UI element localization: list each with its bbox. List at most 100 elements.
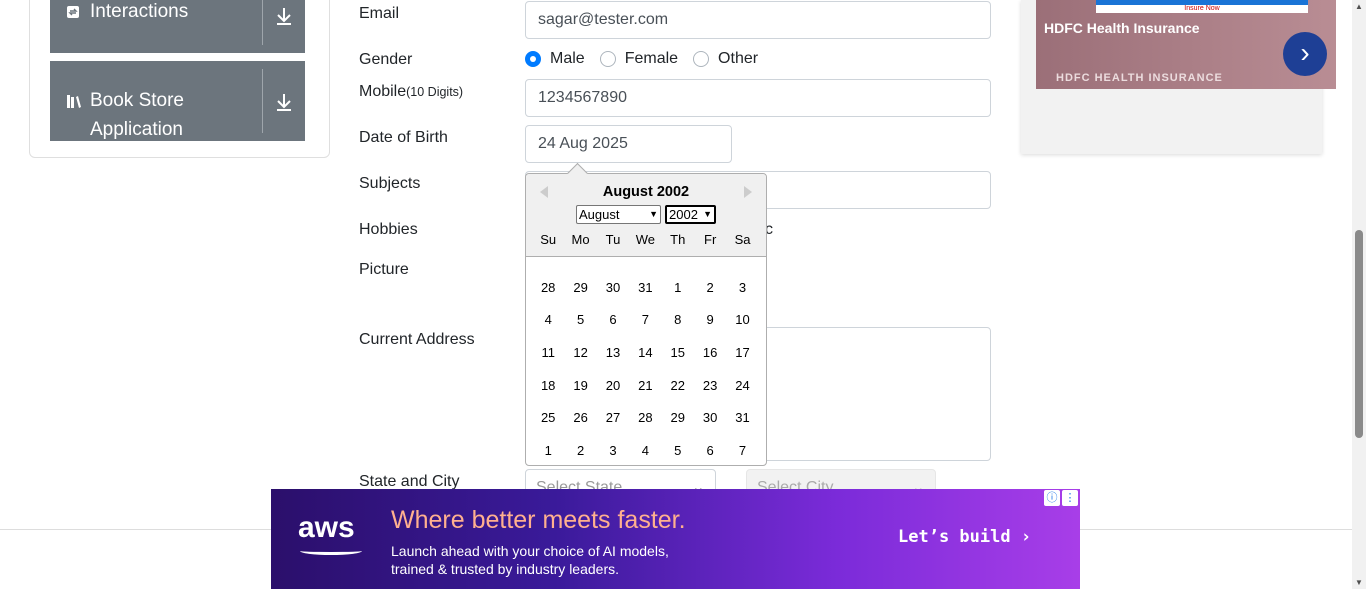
sidebar-group-interactions[interactable]: Interactions <box>50 0 305 53</box>
day-cell[interactable]: 3 <box>726 280 758 295</box>
ad-body-line2: trained & trusted by industry leaders. <box>391 561 620 577</box>
sidebar-group-label-line1: Book Store <box>90 90 184 111</box>
sidebar-group-label-line2: Application <box>90 119 183 140</box>
day-cell[interactable]: 30 <box>694 410 726 425</box>
day-cell[interactable]: 30 <box>597 280 629 295</box>
mobile-field[interactable]: 1234567890 <box>525 79 991 117</box>
adchoices-info-icon[interactable]: ⓘ <box>1044 490 1060 506</box>
scroll-down-icon[interactable]: ▼ <box>1355 578 1363 587</box>
next-month-button[interactable] <box>744 186 752 198</box>
gender-male-radio[interactable] <box>525 51 541 67</box>
gender-other-radio[interactable] <box>693 51 710 67</box>
picture-label: Picture <box>359 261 409 278</box>
ad-subtitle: HDFC HEALTH INSURANCE <box>1056 72 1223 84</box>
email-field[interactable]: sagar@tester.com <box>525 1 991 39</box>
chevron-down-icon: ▼ <box>649 209 658 219</box>
day-cell[interactable]: 20 <box>597 378 629 393</box>
mobile-hint: (10 Digits) <box>406 85 464 99</box>
day-cell[interactable]: 14 <box>629 345 661 360</box>
day-cell[interactable]: 4 <box>629 443 661 458</box>
download-icon[interactable] <box>273 90 295 114</box>
scroll-up-icon[interactable]: ▲ <box>1355 2 1363 11</box>
weekday-label: Sa <box>734 232 751 247</box>
day-cell[interactable]: 4 <box>532 312 564 327</box>
day-cell[interactable]: 6 <box>597 312 629 327</box>
scrollbar-thumb[interactable] <box>1355 230 1363 438</box>
weekday-label: Fr <box>704 232 717 247</box>
day-cell[interactable]: 31 <box>629 280 661 295</box>
email-label: Email <box>359 5 400 22</box>
month-select[interactable]: August ▼ <box>576 205 661 224</box>
page-scrollbar[interactable]: ▲ ▼ <box>1352 0 1366 589</box>
day-cell[interactable]: 8 <box>662 312 694 327</box>
gender-label: Gender <box>359 51 413 68</box>
day-cell[interactable]: 10 <box>726 312 758 327</box>
day-cell[interactable]: 1 <box>532 443 564 458</box>
day-cell[interactable]: 15 <box>662 345 694 360</box>
day-cell[interactable]: 24 <box>726 378 758 393</box>
day-cell[interactable]: 31 <box>726 410 758 425</box>
week-row: 25 26 27 28 29 30 31 <box>532 401 759 434</box>
week-row: 1234567 <box>532 434 759 467</box>
day-cell[interactable]: 18 <box>532 378 564 393</box>
ad-body-line1: Launch ahead with your choice of AI mode… <box>391 543 669 559</box>
interactions-icon <box>66 5 80 22</box>
day-cell[interactable]: 6 <box>694 443 726 458</box>
year-select-value: 2002 <box>669 207 698 222</box>
day-cell[interactable]: 13 <box>597 345 629 360</box>
gender-female-label[interactable]: Female <box>625 50 678 68</box>
day-cell[interactable]: 16 <box>694 345 726 360</box>
day-cell[interactable]: 12 <box>564 345 596 360</box>
weekday-label: Th <box>670 232 686 247</box>
day-cell[interactable]: 27 <box>597 410 629 425</box>
day-cell[interactable]: 22 <box>662 378 694 393</box>
day-cell[interactable]: 5 <box>662 443 694 458</box>
more-options-icon[interactable]: ⋮ <box>1062 490 1078 506</box>
day-cell[interactable]: 26 <box>564 410 596 425</box>
day-cell[interactable]: 17 <box>726 345 758 360</box>
day-cell[interactable]: 7 <box>629 312 661 327</box>
day-cell[interactable]: 23 <box>694 378 726 393</box>
books-icon <box>66 93 84 112</box>
download-icon[interactable] <box>273 4 295 28</box>
chevron-right-icon[interactable]: › <box>1283 32 1327 76</box>
datepicker-header: August 2002 August ▼ 2002 ▼ Su Mo Tu We Th… <box>526 174 766 257</box>
weekday-label: We <box>635 232 655 247</box>
gender-male-label[interactable]: Male <box>550 50 585 68</box>
aws-ad-banner[interactable]: aws Where better meets faster. Launch ah… <box>271 489 1080 589</box>
datepicker-current-month: August 2002 <box>602 184 690 200</box>
hdfc-ad-banner[interactable]: Insure Now HDFC Health Insurance HDFC HE… <box>1036 0 1336 89</box>
hobbies-label: Hobbies <box>359 221 418 238</box>
dob-input[interactable]: 24 Aug 2025 <box>525 125 732 163</box>
day-cell[interactable]: 19 <box>564 378 596 393</box>
subjects-label: Subjects <box>359 175 421 192</box>
day-cell[interactable]: 21 <box>629 378 661 393</box>
sidebar-group-label: Interactions <box>90 1 189 22</box>
weekday-header: Su Mo Tu We Th Fr Sa <box>532 232 759 247</box>
ad-strip: Insure Now <box>1096 0 1308 13</box>
ad-cta-button[interactable]: Let’s build › <box>898 527 1031 547</box>
day-cell[interactable]: 1 <box>662 280 694 295</box>
ad-title: HDFC Health Insurance <box>1044 20 1200 36</box>
chevron-down-icon: ▼ <box>703 209 712 219</box>
day-cell[interactable]: 2 <box>694 280 726 295</box>
weekday-label: Tu <box>605 232 621 247</box>
day-cell[interactable]: 25 <box>532 410 564 425</box>
day-cell[interactable]: 5 <box>564 312 596 327</box>
day-cell[interactable]: 3 <box>597 443 629 458</box>
day-cell[interactable]: 28 <box>532 280 564 295</box>
day-cell[interactable]: 7 <box>726 443 758 458</box>
day-cell[interactable]: 2 <box>564 443 596 458</box>
week-row: 28 29 30 31 1 2 3 <box>532 271 759 304</box>
day-cell[interactable]: 9 <box>694 312 726 327</box>
gender-other-label[interactable]: Other <box>718 50 758 68</box>
year-select[interactable]: 2002 ▼ <box>665 205 716 224</box>
sidebar-group-book-store[interactable]: Book Store Application <box>50 61 305 141</box>
gender-female-radio[interactable] <box>599 51 616 67</box>
day-cell[interactable]: 11 <box>532 345 564 360</box>
day-cell[interactable]: 29 <box>564 280 596 295</box>
datepicker-day-grid: 28 29 30 31 1 2 3 4 5 6 7 8 9 10 11 12 13 14 15 16 17 18 19 20 2… <box>532 271 759 467</box>
week-row: 4 5 6 7 8 9 10 <box>532 304 759 337</box>
day-cell[interactable]: 28 <box>629 410 661 425</box>
day-cell[interactable]: 29 <box>662 410 694 425</box>
